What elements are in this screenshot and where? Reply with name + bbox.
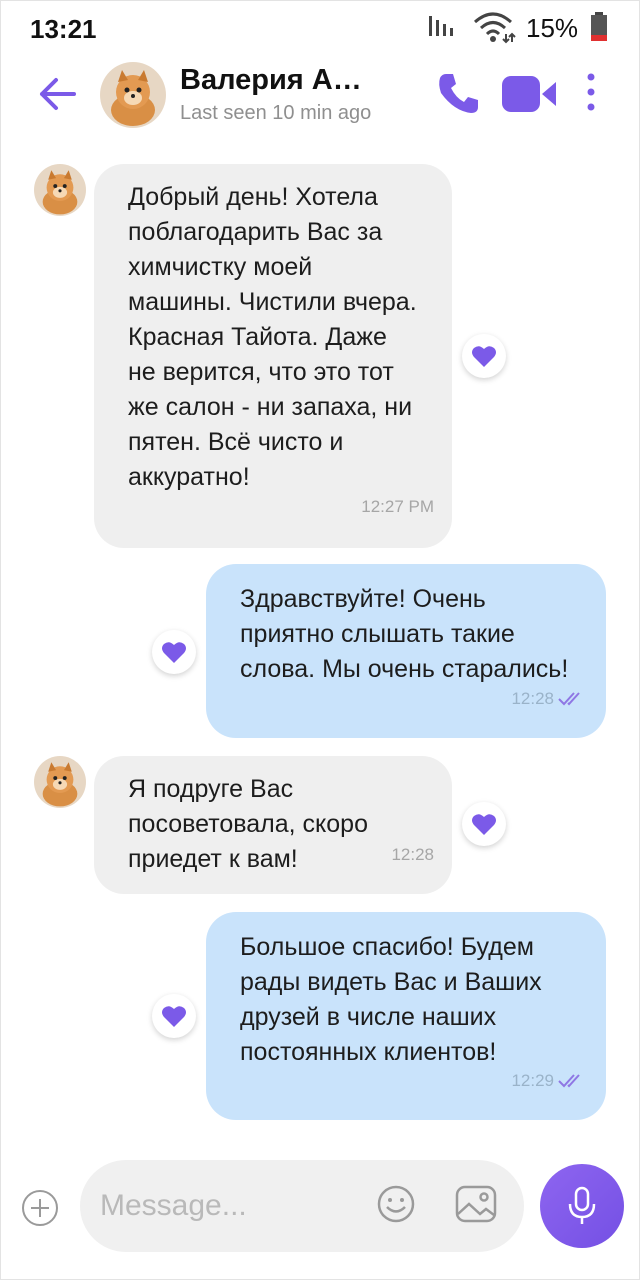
gallery-icon[interactable] [454, 1184, 498, 1224]
microphone-icon [568, 1186, 596, 1224]
battery-percent: 15% [526, 13, 579, 43]
double-check-icon [558, 691, 580, 705]
wifi-icon [474, 12, 516, 44]
plus-icon[interactable] [20, 1188, 60, 1228]
like-button[interactable] [462, 334, 506, 378]
message-text: Добрый день! Хотела поблагодарить Вас за… [128, 183, 417, 491]
message-meta: 12:28 [511, 681, 586, 716]
like-button[interactable] [152, 994, 196, 1038]
contact-avatar[interactable] [100, 62, 166, 128]
message-text: Здравствуйте! Очень приятно слышать таки… [240, 585, 569, 683]
video-camera-icon[interactable] [500, 74, 560, 114]
heart-icon [472, 814, 496, 835]
message-input[interactable] [100, 1184, 370, 1228]
last-seen-status: Last seen 10 min ago [180, 102, 372, 124]
emoji-icon[interactable] [376, 1184, 416, 1224]
sender-avatar[interactable] [34, 164, 86, 216]
message-meta: 12:29 [511, 1063, 586, 1098]
heart-icon [162, 642, 186, 663]
chat-header: Валерия А… Last seen 10 min ago [0, 56, 640, 136]
more-vertical-icon[interactable] [580, 70, 602, 116]
sender-avatar[interactable] [34, 756, 86, 808]
phone-icon[interactable] [436, 70, 482, 116]
heart-icon [472, 346, 496, 367]
message-bubble-outgoing[interactable]: Большое спасибо! Будем рады видеть Вас и… [206, 912, 606, 1120]
signal-icon [429, 16, 453, 36]
like-button[interactable] [462, 802, 506, 846]
message-time: 12:29 [511, 1071, 554, 1090]
message-bubble-incoming[interactable]: Добрый день! Хотела поблагодарить Вас за… [94, 164, 452, 548]
message-time: 12:28 [511, 689, 554, 708]
message-bubble-outgoing[interactable]: Здравствуйте! Очень приятно слышать таки… [206, 564, 606, 738]
microphone-button[interactable] [540, 1164, 624, 1248]
back-arrow-icon[interactable] [36, 74, 78, 114]
double-check-icon [558, 1073, 580, 1087]
message-bubble-incoming[interactable]: Я подруге Вас посоветовала, скоро приеде… [94, 756, 452, 894]
like-button[interactable] [152, 630, 196, 674]
message-text: Большое спасибо! Будем рады видеть Вас и… [240, 933, 542, 1066]
heart-icon [162, 1006, 186, 1027]
message-time: 12:27 PM [361, 497, 434, 516]
status-bar: 13:21 15% [0, 0, 640, 56]
message-time: 12:28 [391, 845, 434, 864]
contact-name[interactable]: Валерия А… [180, 64, 362, 97]
status-time: 13:21 [30, 14, 97, 44]
message-text: Я подруге Вас посоветовала, скоро приеде… [128, 775, 368, 873]
battery-icon [591, 12, 607, 41]
message-meta: 12:27 PM [361, 489, 434, 524]
message-meta: 12:28 [391, 837, 434, 872]
